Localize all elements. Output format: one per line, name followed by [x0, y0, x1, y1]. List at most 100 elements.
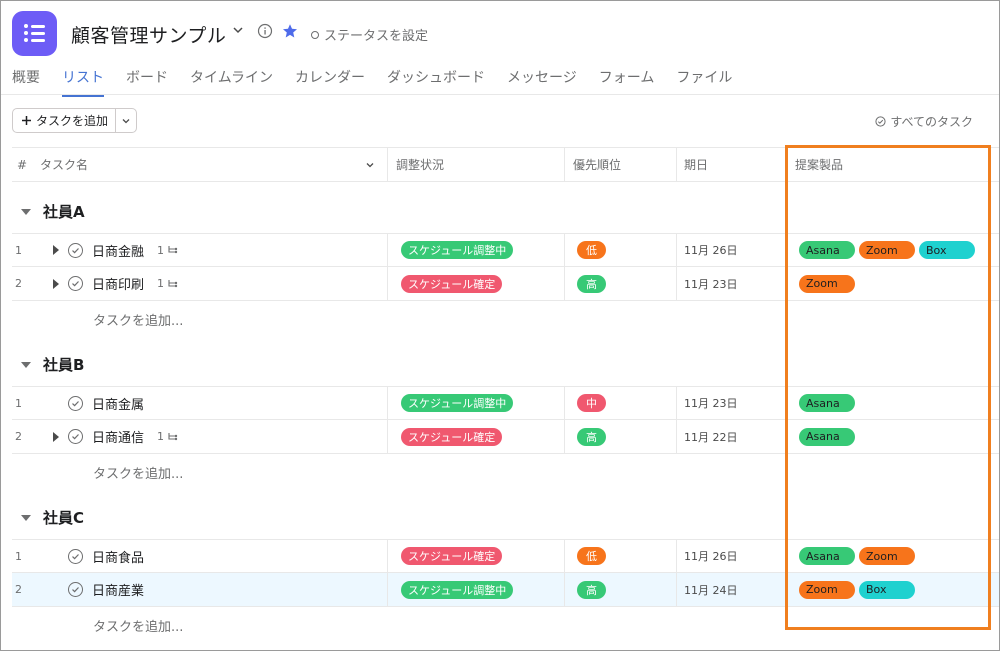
product-tag[interactable]: Zoom — [799, 580, 855, 599]
tab-board[interactable]: ボード — [126, 67, 168, 97]
status-pill[interactable]: スケジュール確定 — [401, 547, 503, 565]
complete-task-icon[interactable] — [68, 573, 83, 606]
star-icon[interactable] — [282, 23, 298, 39]
product-tag[interactable]: Box — [859, 580, 915, 599]
product-tag[interactable]: Zoom — [859, 547, 915, 565]
due-date[interactable]: 11月 26日 — [684, 540, 738, 572]
tab-list[interactable]: リスト — [62, 67, 104, 97]
task-row[interactable]: 1 日商金属 スケジュール調整中 中 11月 23日 Asana — [12, 386, 999, 420]
due-date[interactable]: 11月 24日 — [684, 573, 738, 606]
due-date[interactable]: 11月 26日 — [684, 234, 738, 266]
task-name[interactable]: 日商通信 — [92, 420, 144, 453]
task-row[interactable]: 2 日商印刷 1 スケジュール確定 高 11月 23日 Zoom — [12, 267, 999, 301]
expand-subtasks-icon[interactable] — [53, 267, 59, 300]
tab-timeline[interactable]: タイムライン — [190, 67, 273, 97]
products-cell[interactable]: Asana Zoom — [799, 540, 915, 572]
column-priority[interactable]: 優先順位 — [573, 148, 621, 181]
complete-task-icon[interactable] — [68, 387, 83, 419]
add-task-row[interactable]: タスクを追加... — [93, 463, 183, 482]
subtask-count[interactable]: 1 — [157, 420, 178, 453]
product-tag[interactable]: Zoom — [799, 274, 855, 293]
task-row[interactable]: 1 日商金融 1 スケジュール調整中 低 11月 26日 Asana Zoom Box — [12, 233, 999, 267]
subtask-count-value: 1 — [157, 430, 164, 443]
task-name[interactable]: 日商金融 — [92, 234, 144, 266]
products-cell[interactable]: Zoom — [799, 267, 855, 300]
triangle-down-icon[interactable] — [21, 361, 31, 368]
section-header[interactable]: 社員A — [21, 201, 85, 222]
task-name[interactable]: 日商金属 — [92, 387, 144, 419]
all-tasks-filter[interactable]: すべてのタスク — [875, 113, 973, 130]
priority-pill[interactable]: 高 — [577, 427, 606, 446]
app-window: 顧客管理サンプル ステータスを設定 概要 リスト ボード タイムライン カレンダ… — [0, 0, 1000, 651]
project-list-icon — [12, 11, 57, 56]
complete-task-icon[interactable] — [68, 540, 83, 572]
column-status[interactable]: 調整状況 — [396, 148, 444, 181]
due-date[interactable]: 11月 23日 — [684, 387, 738, 419]
subtask-count-value: 1 — [157, 243, 164, 257]
products-cell[interactable]: Asana — [799, 420, 855, 453]
subtask-count[interactable]: 1 — [157, 234, 178, 266]
column-products[interactable]: 提案製品 — [795, 148, 843, 181]
priority-pill[interactable]: 低 — [577, 241, 606, 259]
task-row[interactable]: 2 日商産業 スケジュール調整中 高 11月 24日 Zoom Box — [12, 573, 999, 607]
tab-forms[interactable]: フォーム — [599, 67, 655, 97]
priority-pill[interactable]: 低 — [577, 547, 606, 565]
chevron-down-icon[interactable] — [231, 23, 245, 37]
row-number: 2 — [15, 430, 22, 443]
triangle-down-icon[interactable] — [21, 208, 31, 215]
due-date[interactable]: 11月 23日 — [684, 267, 738, 300]
row-number: 1 — [15, 243, 22, 257]
chevron-down-icon — [122, 118, 130, 123]
products-cell[interactable]: Asana Zoom Box — [799, 234, 975, 266]
priority-pill[interactable]: 高 — [577, 580, 606, 599]
product-tag[interactable]: Asana — [799, 241, 855, 259]
product-tag[interactable]: Asana — [799, 427, 855, 446]
expand-subtasks-icon[interactable] — [53, 234, 59, 266]
section-header[interactable]: 社員B — [21, 354, 84, 375]
task-name[interactable]: 日商印刷 — [92, 267, 144, 300]
all-tasks-label: すべてのタスク — [890, 115, 973, 129]
tab-overview[interactable]: 概要 — [12, 67, 40, 97]
info-icon[interactable] — [257, 23, 273, 39]
product-tag[interactable]: Box — [919, 241, 975, 259]
chevron-down-icon[interactable] — [365, 148, 375, 181]
complete-task-icon[interactable] — [68, 234, 83, 266]
task-name[interactable]: 日商産業 — [92, 573, 144, 606]
status-pill[interactable]: スケジュール調整中 — [401, 394, 514, 412]
section-title: 社員B — [43, 356, 85, 374]
task-row[interactable]: 1 日商食品 スケジュール確定 低 11月 26日 Asana Zoom — [12, 539, 999, 573]
column-due-date[interactable]: 期日 — [684, 148, 708, 181]
complete-task-icon[interactable] — [68, 267, 83, 300]
products-cell[interactable]: Zoom Box — [799, 573, 915, 606]
complete-task-icon[interactable] — [68, 420, 83, 453]
status-pill[interactable]: スケジュール調整中 — [401, 580, 514, 599]
add-task-button[interactable]: タスクを追加 — [13, 109, 117, 132]
tab-messages[interactable]: メッセージ — [507, 67, 577, 97]
products-cell[interactable]: Asana — [799, 387, 855, 419]
add-task-label: タスクを追加 — [36, 114, 109, 128]
section-title: 社員A — [43, 203, 85, 221]
section-header[interactable]: 社員C — [21, 507, 84, 528]
expand-subtasks-icon[interactable] — [53, 420, 59, 453]
tab-files[interactable]: ファイル — [676, 67, 732, 97]
add-task-dropdown[interactable] — [116, 109, 136, 132]
priority-pill[interactable]: 高 — [577, 274, 606, 293]
product-tag[interactable]: Zoom — [859, 241, 915, 259]
priority-pill[interactable]: 中 — [577, 394, 606, 412]
product-tag[interactable]: Asana — [799, 394, 855, 412]
subtask-count[interactable]: 1 — [157, 267, 178, 300]
status-pill[interactable]: スケジュール確定 — [401, 274, 503, 293]
triangle-down-icon[interactable] — [21, 514, 31, 521]
add-task-row[interactable]: タスクを追加... — [93, 616, 183, 635]
column-task-name[interactable]: タスク名 — [40, 148, 88, 181]
tab-calendar[interactable]: カレンダー — [295, 67, 365, 97]
set-status-button[interactable]: ステータスを設定 — [311, 25, 428, 44]
task-name[interactable]: 日商食品 — [92, 540, 144, 572]
status-pill[interactable]: スケジュール調整中 — [401, 241, 514, 259]
tab-dashboard[interactable]: ダッシュボード — [387, 67, 485, 97]
product-tag[interactable]: Asana — [799, 547, 855, 565]
add-task-row[interactable]: タスクを追加... — [93, 310, 183, 329]
due-date[interactable]: 11月 22日 — [684, 420, 738, 453]
status-pill[interactable]: スケジュール確定 — [401, 427, 503, 446]
task-row[interactable]: 2 日商通信 1 スケジュール確定 高 11月 22日 Asana — [12, 420, 999, 454]
